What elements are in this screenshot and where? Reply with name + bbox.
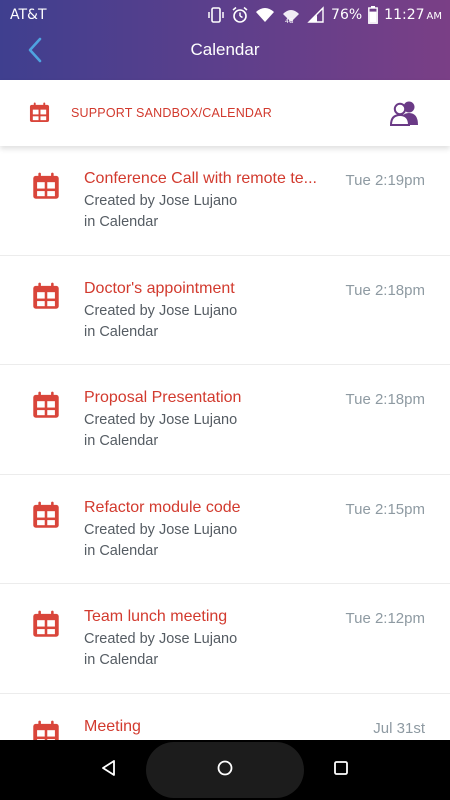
event-time: Tue 2:19pm (345, 172, 426, 189)
event-list: Conference Call with remote te... Tue 2:… (0, 146, 450, 740)
event-location: in Calendar (84, 652, 159, 668)
event-time: Tue 2:18pm (345, 391, 426, 408)
event-location: in Calendar (84, 433, 159, 449)
event-time: Tue 2:15pm (345, 500, 426, 518)
event-location: in Calendar (84, 323, 159, 340)
calendar-icon (32, 501, 60, 533)
calendar-icon (32, 172, 60, 204)
status-bar: AT&T 4G 76% 11:27 AM (0, 0, 450, 32)
members-icon (388, 101, 422, 130)
event-item[interactable]: Meeting Jul 31st (0, 694, 450, 740)
back-triangle-icon (100, 759, 118, 781)
clock-time: 11:27 (384, 7, 425, 23)
data-icon: 4G (281, 6, 301, 24)
alarm-icon (231, 6, 249, 24)
nav-home-button[interactable] (213, 758, 237, 782)
event-creator: Created by Jose Lujano (84, 302, 238, 319)
event-location: in Calendar (84, 214, 159, 230)
home-circle-icon (216, 759, 234, 781)
event-title: Conference Call with remote te... (84, 170, 317, 187)
event-time: Tue 2:18pm (345, 281, 426, 299)
calendar-icon (32, 610, 60, 642)
workspace-calendar-label: SUPPORT SANDBOX/CALENDAR (71, 106, 272, 120)
system-nav-bar (0, 740, 450, 800)
carrier-label: AT&T (10, 7, 47, 23)
clock: 11:27 AM (384, 7, 442, 23)
battery-percent: 76% (331, 7, 363, 23)
event-title: Meeting (84, 717, 141, 735)
wifi-icon (255, 6, 275, 24)
nav-back-button[interactable] (97, 758, 121, 782)
event-creator: Created by Jose Lujano (84, 631, 238, 647)
event-time: Tue 2:12pm (345, 610, 426, 627)
event-creator: Created by Jose Lujano (84, 521, 238, 538)
calendar-icon (32, 720, 60, 740)
event-location: in Calendar (84, 542, 159, 559)
calendar-icon (32, 282, 60, 314)
recents-square-icon (332, 759, 350, 781)
event-creator: Created by Jose Lujano (84, 412, 238, 428)
app-bar: Calendar (0, 32, 450, 80)
event-title: Refactor module code (84, 498, 241, 516)
nav-recents-button[interactable] (329, 758, 353, 782)
clock-ampm: AM (426, 11, 442, 22)
vibrate-icon (207, 6, 225, 24)
event-creator: Created by Jose Lujano (84, 193, 238, 209)
svg-text:4G: 4G (285, 18, 294, 24)
calendar-subheader: SUPPORT SANDBOX/CALENDAR (0, 80, 450, 146)
event-title: Team lunch meeting (84, 608, 228, 625)
event-time: Jul 31st (373, 719, 425, 737)
status-icons: 4G 76% 11:27 AM (207, 6, 442, 24)
calendar-icon (29, 102, 50, 127)
calendar-icon (32, 391, 60, 423)
battery-icon (368, 6, 379, 24)
event-item[interactable]: Doctor's appointment Tue 2:18pm Created … (0, 256, 450, 365)
signal-icon (307, 6, 325, 24)
event-title: Proposal Presentation (84, 389, 242, 406)
page-title: Calendar (190, 40, 260, 59)
event-item[interactable]: Proposal Presentation Tue 2:18pm Created… (0, 365, 450, 475)
app-header: AT&T 4G 76% 11:27 AM Calendar (0, 0, 450, 80)
event-item[interactable]: Refactor module code Tue 2:15pm Created … (0, 475, 450, 584)
event-item[interactable]: Team lunch meeting Tue 2:12pm Created by… (0, 584, 450, 694)
event-title: Doctor's appointment (84, 279, 235, 297)
event-item[interactable]: Conference Call with remote te... Tue 2:… (0, 146, 450, 256)
members-button[interactable] (388, 100, 422, 128)
